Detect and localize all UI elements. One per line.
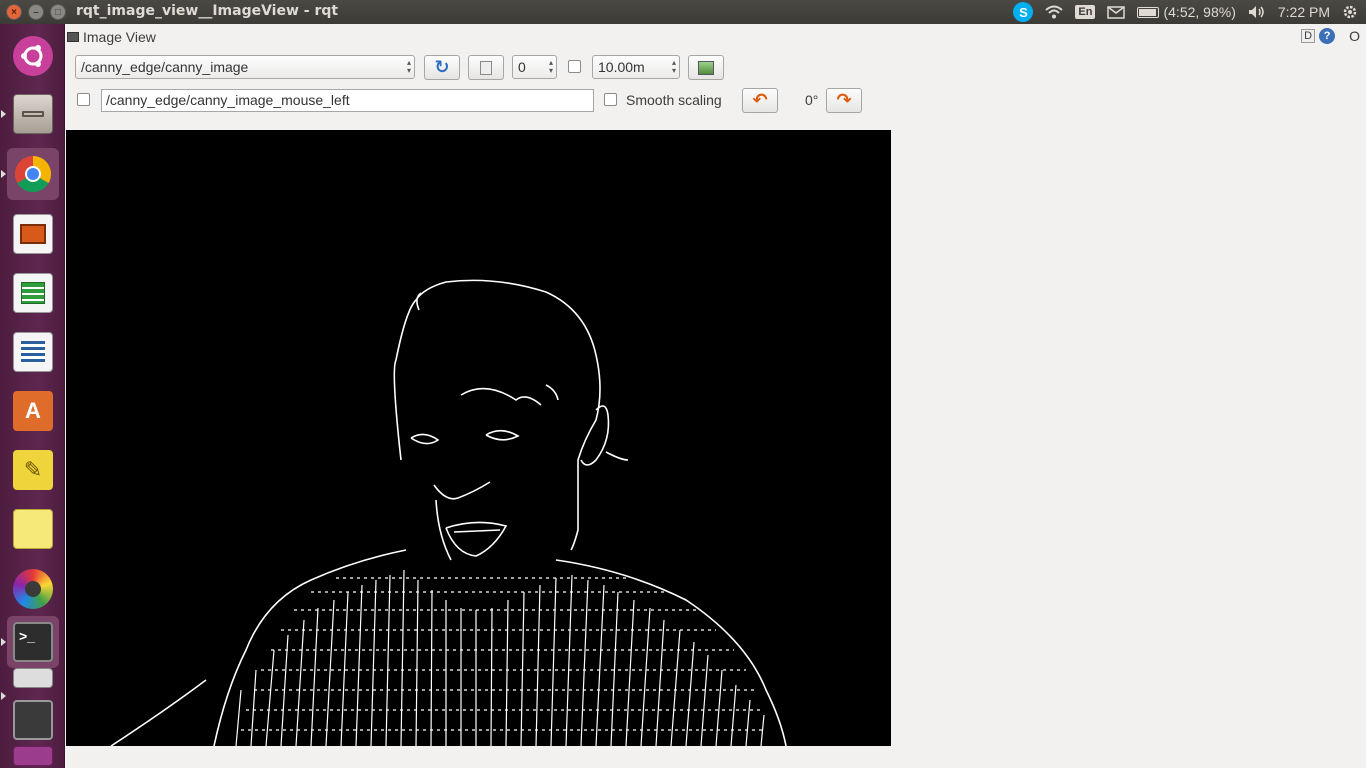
keyboard-indicator[interactable]: En [1075,5,1096,19]
launcher-files[interactable] [7,88,59,140]
color-wheel-icon [13,569,53,609]
launcher-screenshot[interactable] [7,666,59,690]
minimize-window-button[interactable]: – [28,4,44,20]
zoom-fit-button[interactable] [468,55,504,80]
topic-value: /canny_edge/canny_image [81,59,249,75]
launcher-trash[interactable] [7,744,59,768]
launcher-chrome[interactable] [7,148,59,200]
launcher-writer[interactable] [7,326,59,378]
launcher-calc[interactable] [7,267,59,319]
indicator-area: S En (4:52, 98%) 7:22 PM [1013,0,1358,24]
spin-arrows-icon: ▴ ▾ [406,58,411,75]
topic-select[interactable]: /canny_edge/canny_image ▴ ▾ [75,55,415,79]
session-indicator[interactable] [1342,4,1358,20]
image-view-icon [67,32,79,42]
ubuntu-logo-icon [13,36,53,76]
speaker-icon [1248,6,1264,18]
refresh-topics-button[interactable]: ↻ [424,55,460,80]
pencil-icon: ✎ [13,450,53,490]
launcher-sticky-notes[interactable] [7,503,59,555]
launcher-text-editor[interactable]: ✎ [7,444,59,496]
mail-indicator[interactable] [1107,5,1126,19]
rate-checkbox[interactable] [568,60,581,73]
gear-icon [1343,5,1357,19]
save-image-icon [698,60,714,75]
sticky-note-icon [13,509,53,549]
mouse-topic-input[interactable]: /canny_edge/canny_image_mouse_left [101,89,594,112]
wifi-indicator[interactable] [1045,5,1064,19]
smooth-scaling-checkbox[interactable] [604,93,617,106]
dock-title-bar[interactable]: Image View [67,29,156,45]
skype-indicator[interactable]: S [1013,2,1034,22]
maximize-window-button[interactable]: □ [50,4,66,20]
dock-title: Image View [83,29,156,45]
launcher-running-pip [1,692,6,700]
launcher-impress[interactable] [7,208,59,260]
dock-controls: D ? O [1301,28,1360,44]
shopping-bag-icon: A [13,391,53,431]
zoom-value: 0 [518,59,526,75]
launcher-workspace-switcher[interactable] [7,694,59,746]
workspace-icon [13,700,53,740]
dock-close-button[interactable]: O [1349,28,1360,44]
launcher-running-pip [1,110,6,118]
zoom-spinbox[interactable]: 0 ▴ ▾ [512,55,557,79]
save-image-button[interactable] [688,55,724,80]
window-title: rqt_image_view__ImageView - rqt [76,3,339,19]
top-panel: × – □ rqt_image_view__ImageView - rqt S … [0,0,1366,24]
battery-icon [1137,6,1160,18]
battery-status: (4:52, 98%) [1163,4,1236,20]
rotation-value: 0° [805,92,819,108]
rotate-left-button[interactable]: ↶ [742,88,778,113]
rotate-right-icon: ↷ [836,90,852,110]
trash-icon [13,746,53,766]
language-icon: En [1075,5,1096,19]
launcher-software-center[interactable]: A [7,385,59,437]
skype-icon: S [1013,2,1034,22]
mouse-publish-checkbox[interactable] [77,93,90,106]
sound-indicator[interactable] [1248,5,1266,19]
smooth-scaling-label: Smooth scaling [626,92,722,108]
help-icon[interactable]: ? [1319,28,1336,44]
rate-spinbox[interactable]: 10.00m ▴ ▾ [592,55,680,79]
rotate-left-icon: ↶ [752,90,768,110]
dock-d-button[interactable]: D [1301,29,1316,43]
rate-value: 10.00m [598,59,645,75]
wifi-icon [1045,5,1064,19]
launcher-running-pip [1,638,6,646]
clock[interactable]: 7:22 PM [1278,4,1330,20]
image-display[interactable] [66,130,891,746]
launcher-dash[interactable] [7,30,59,82]
window-controls: × – □ [6,4,66,20]
refresh-icon: ↻ [434,57,450,77]
rotate-right-button[interactable]: ↷ [826,88,862,113]
presentation-icon [13,214,53,254]
spreadsheet-icon [13,273,53,313]
status-bar [65,746,1366,768]
spin-arrows-icon: ▴ ▾ [671,58,676,75]
rqt-window: Image View D ? O /canny_edge/canny_image… [65,24,1366,768]
launcher: A ✎ >_ [0,24,65,768]
document-icon [13,332,53,372]
close-window-button[interactable]: × [6,4,22,20]
launcher-terminal[interactable]: >_ [7,616,59,668]
chrome-icon [13,154,53,194]
zoom-icon [480,60,492,75]
spin-arrows-icon: ▴ ▾ [548,58,553,75]
mail-icon [1107,5,1126,19]
launcher-running-pip [1,170,6,178]
file-cabinet-icon [13,94,53,134]
launcher-color-picker[interactable] [7,563,59,615]
terminal-icon: >_ [13,622,53,662]
battery-indicator[interactable]: (4:52, 98%) [1137,4,1236,20]
screenshot-icon [13,668,53,688]
canny-edge-image [110,279,787,746]
mouse-topic-value: /canny_edge/canny_image_mouse_left [106,92,350,108]
